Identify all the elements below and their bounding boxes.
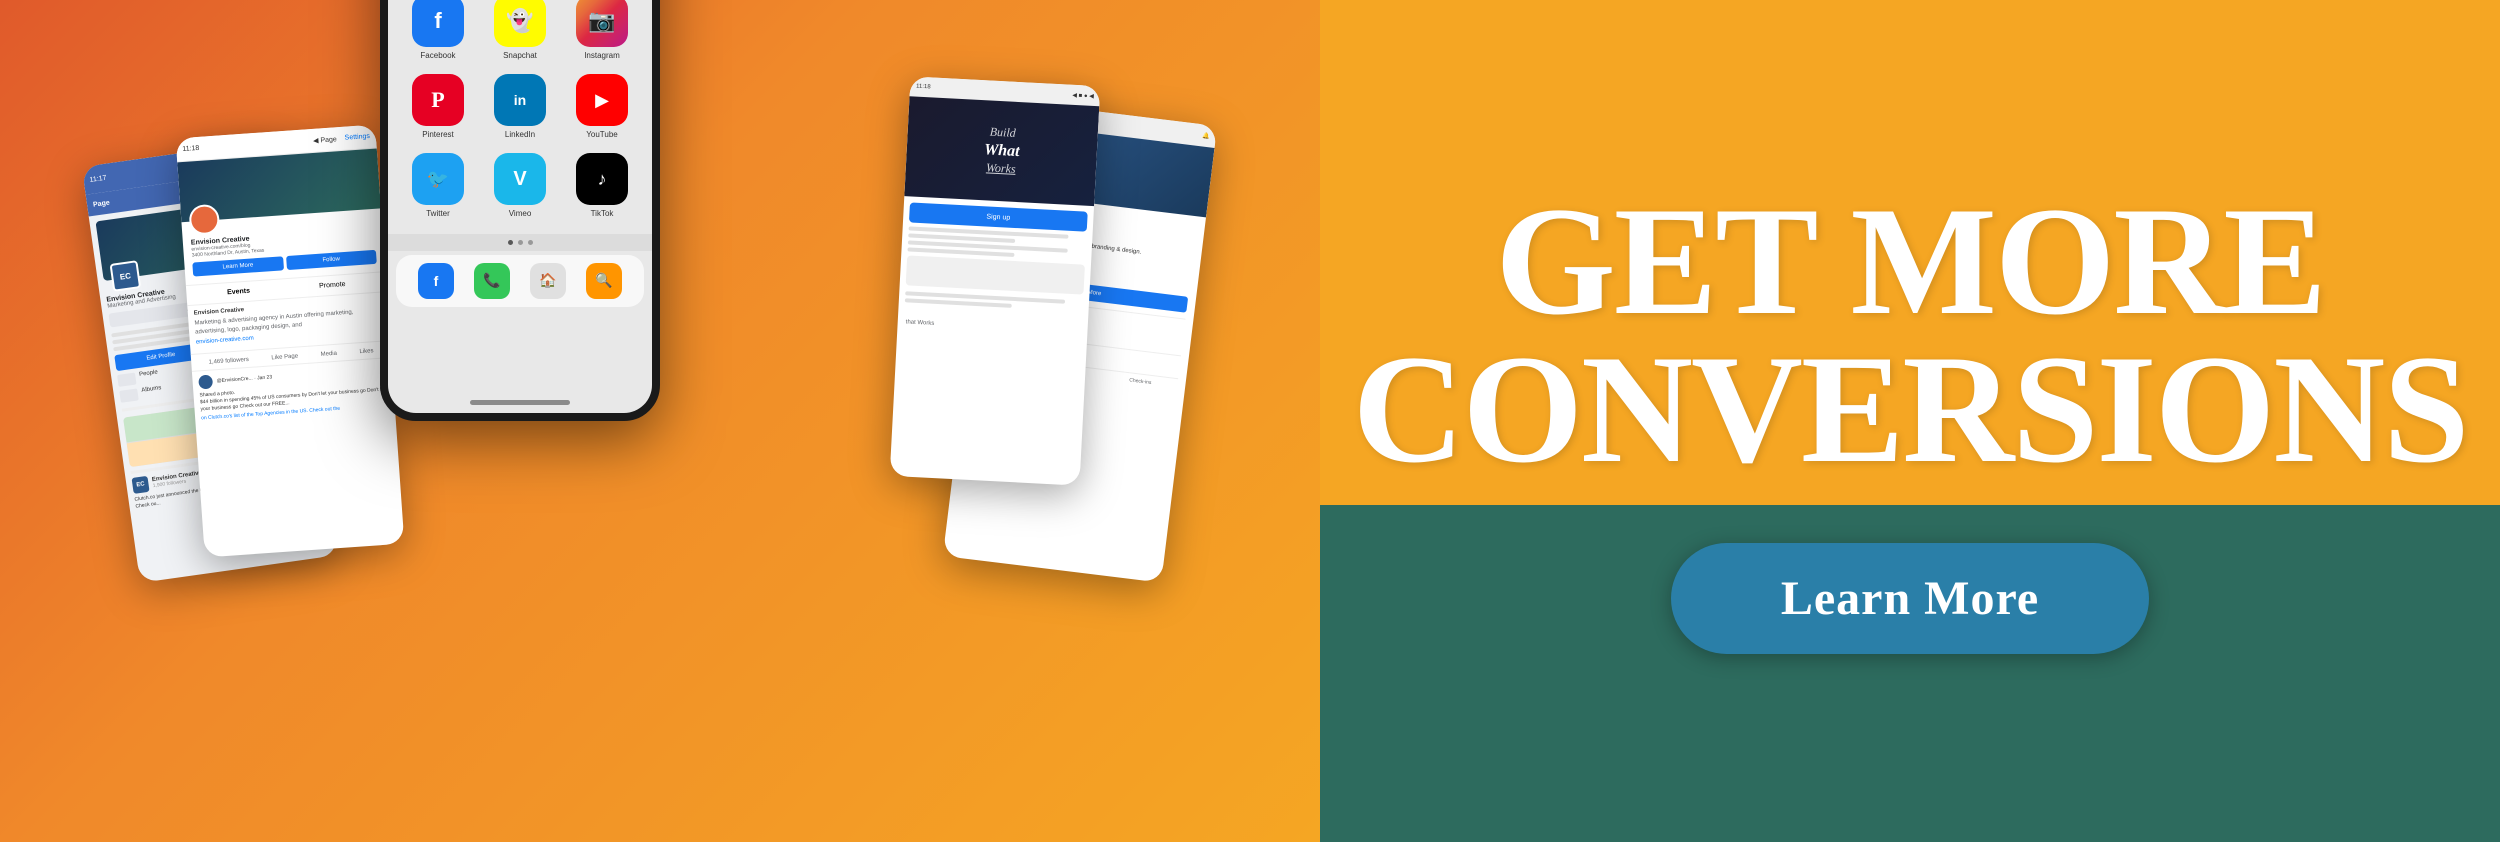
social-icon-twitter[interactable]: 🐦 Twitter (404, 153, 472, 218)
social-icon-vimeo[interactable]: V Vimeo (486, 153, 554, 218)
social-icon-tiktok[interactable]: ♪ TikTok (568, 153, 636, 218)
banner: 11:17 ◀ Envision Creative Page EC Envisi… (0, 0, 2500, 842)
left-section: 11:17 ◀ Envision Creative Page EC Envisi… (0, 0, 1320, 842)
right-content: GET MORE CONVERSIONS Learn More (1320, 128, 2500, 714)
phone-back-right2: 11:18 ◀ ■ ● ◀ Build What Works Sign up (890, 76, 1101, 485)
learn-more-button[interactable]: Learn More (1671, 543, 2149, 654)
headline-line1: GET MORE (1495, 175, 2324, 347)
social-icon-instagram[interactable]: 📷 Instagram (568, 0, 636, 60)
headline-line2: CONVERSIONS (1353, 323, 2468, 495)
social-icon-linkedin[interactable]: in LinkedIn (486, 74, 554, 139)
phones-container: 11:17 ◀ Envision Creative Page EC Envisi… (110, 31, 1210, 811)
phone-social-main: 11:18 ▲ ◀ ■ Social f Facebook (380, 0, 660, 421)
right-section: GET MORE CONVERSIONS Learn More (1320, 0, 2500, 842)
headline: GET MORE CONVERSIONS (1353, 188, 2468, 483)
phone-instagram: 11:18 ◀ Page Settings Envision Creative … (176, 125, 405, 558)
social-icon-youtube[interactable]: ▶ YouTube (568, 74, 636, 139)
social-icon-facebook[interactable]: f Facebook (404, 0, 472, 60)
social-icon-pinterest[interactable]: P Pinterest (404, 74, 472, 139)
settings-label: Settings (344, 133, 370, 142)
social-icon-snapchat[interactable]: 👻 Snapchat (486, 0, 554, 60)
